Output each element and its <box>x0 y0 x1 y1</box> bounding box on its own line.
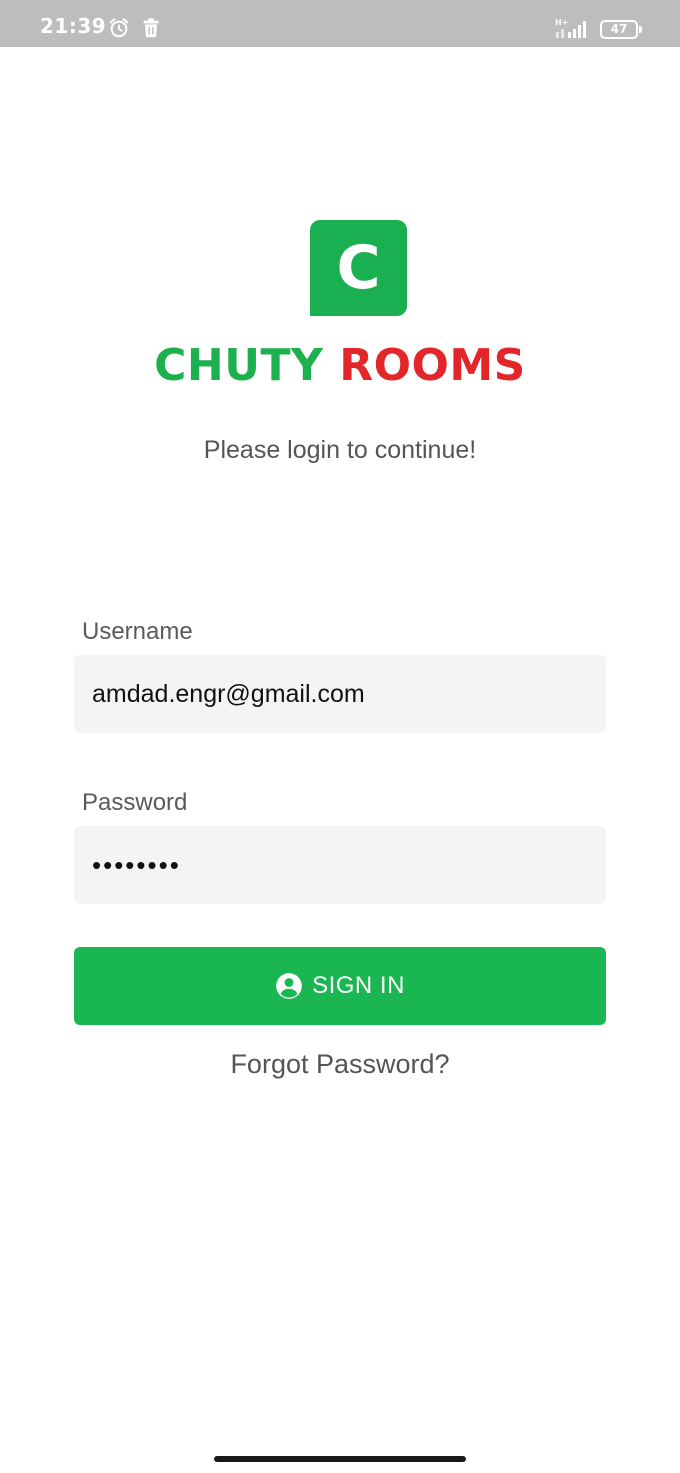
svg-text:H+: H+ <box>555 18 568 27</box>
battery-level: 47 <box>610 22 628 36</box>
brand-name-part2: ROOMS <box>339 340 526 391</box>
login-subtitle: Please login to continue! <box>203 436 477 464</box>
forgot-password-link[interactable]: Forgot Password? <box>0 1047 680 1081</box>
signal-icon: H+ <box>555 18 586 38</box>
logo-letter: C <box>336 233 381 303</box>
app-logo: C <box>310 220 407 316</box>
brand-name-part1: CHUTY <box>154 340 324 391</box>
alarm-icon <box>109 18 129 38</box>
status-time: 21:39 <box>40 14 107 38</box>
password-label: Password <box>82 789 188 816</box>
brand-name: CHUTY ROOMS <box>0 336 680 396</box>
sign-in-label: SIGN IN <box>312 972 405 999</box>
sign-in-button[interactable]: SIGN IN <box>74 947 606 1025</box>
status-bar: 21:39 H+ 47 <box>0 0 680 47</box>
home-indicator[interactable] <box>214 1456 466 1462</box>
user-circle-icon <box>276 973 302 999</box>
trash-icon <box>143 18 159 38</box>
battery-icon: 47 <box>600 20 642 39</box>
password-input[interactable] <box>74 826 606 904</box>
username-input[interactable] <box>74 655 606 733</box>
login-screen: 21:39 H+ 47 C CHUTY ROOMS Please login t… <box>0 0 680 1473</box>
username-label: Username <box>82 618 193 645</box>
